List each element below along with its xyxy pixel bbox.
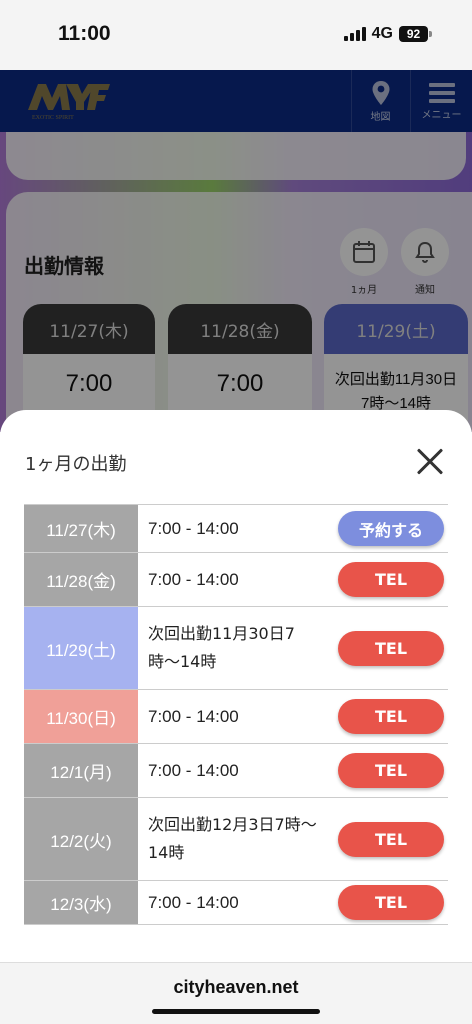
schedule-row: 11/29(土) 次回出勤11月30日7時〜14時 TEL [24, 607, 448, 690]
monthly-schedule-sheet: 1ヶ月の出勤 11/27(木) 7:00 - 14:00 予約する 11/28(金) 7… [0, 410, 472, 962]
schedule-row: 11/28(金) 7:00 - 14:00 TEL [24, 553, 448, 607]
battery-icon: 92 [399, 26, 432, 42]
tel-button[interactable]: TEL [338, 753, 444, 788]
modal-overlay[interactable] [0, 70, 472, 432]
schedule-action-cell: TEL [334, 798, 448, 880]
schedule-action-cell: TEL [334, 553, 448, 606]
schedule-time: 7:00 - 14:00 [148, 760, 239, 780]
schedule-date: 11/30(日) [24, 690, 138, 743]
close-button[interactable] [410, 442, 450, 482]
schedule-row: 11/27(木) 7:00 - 14:00 予約する [24, 505, 448, 553]
schedule-time: 次回出勤12月3日7時〜14時 [148, 815, 317, 862]
schedule-date: 12/2(火) [24, 798, 138, 880]
tel-button[interactable]: TEL [338, 630, 444, 666]
signal-icon [343, 27, 366, 41]
schedule-time: 7:00 - 14:00 [148, 569, 239, 589]
schedule-table: 11/27(木) 7:00 - 14:00 予約する 11/28(金) 7:00 - 1… [24, 504, 448, 925]
sheet-title: 1ヶ月の出勤 [25, 454, 127, 475]
schedule-date: 11/29(土) [24, 607, 138, 689]
schedule-date: 12/1(月) [24, 744, 138, 797]
schedule-row: 12/1(月) 7:00 - 14:00 TEL [24, 744, 448, 798]
schedule-row: 11/30(日) 7:00 - 14:00 TEL [24, 690, 448, 744]
schedule-action-cell: TEL [334, 690, 448, 743]
status-time: 11:00 [58, 22, 111, 45]
schedule-action-cell: TEL [334, 607, 448, 689]
schedule-action-cell: 予約する [334, 505, 448, 552]
reserve-button[interactable]: 予約する [338, 511, 444, 546]
schedule-time: 7:00 - 14:00 [148, 892, 239, 912]
schedule-action-cell: TEL [334, 881, 448, 924]
battery-level: 92 [399, 26, 428, 42]
network-type: 4G [371, 25, 393, 42]
schedule-time: 次回出勤11月30日7時〜14時 [148, 624, 295, 671]
browser-url-bar[interactable]: cityheaven.net [0, 962, 472, 1024]
tel-button[interactable]: TEL [338, 821, 444, 857]
status-indicators: 4G 92 [343, 25, 432, 43]
status-bar: 11:00 4G 92 [0, 0, 472, 70]
schedule-date: 11/27(木) [24, 505, 138, 552]
schedule-action-cell: TEL [334, 744, 448, 797]
tel-button[interactable]: TEL [338, 699, 444, 734]
schedule-time: 7:00 - 14:00 [148, 706, 239, 726]
schedule-date: 12/3(水) [24, 881, 138, 924]
schedule-row: 12/3(水) 7:00 - 14:00 TEL [24, 881, 448, 925]
schedule-time: 7:00 - 14:00 [148, 518, 239, 538]
schedule-row: 12/2(火) 次回出勤12月3日7時〜14時 TEL [24, 798, 448, 881]
schedule-date: 11/28(金) [24, 553, 138, 606]
url-text: cityheaven.net [173, 977, 299, 997]
tel-button[interactable]: TEL [338, 885, 444, 920]
home-indicator[interactable] [152, 1009, 320, 1014]
tel-button[interactable]: TEL [338, 562, 444, 597]
